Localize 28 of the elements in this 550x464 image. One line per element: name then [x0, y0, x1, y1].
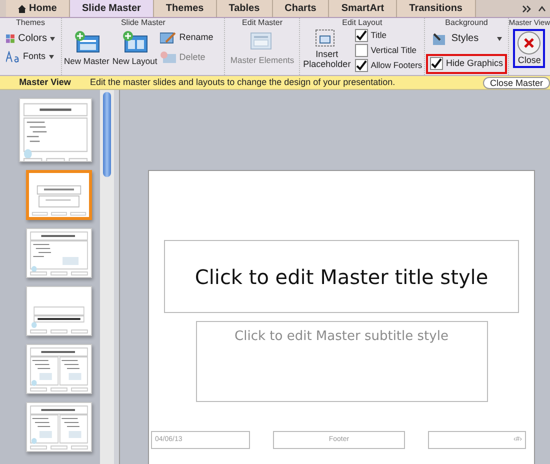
group-title: Edit Master — [241, 18, 284, 28]
new-layout-button[interactable]: New Layout — [112, 30, 158, 67]
title-placeholder[interactable]: Click to edit Master title style — [164, 240, 519, 313]
message-title: Master View — [18, 76, 72, 89]
close-master-view-button[interactable]: Close — [513, 29, 546, 68]
group-title: Edit Layout — [341, 18, 384, 28]
ribbon-tab[interactable]: Themes — [154, 0, 217, 17]
message-text: Edit the master slides and layouts to change the design of your presentation. — [90, 76, 396, 89]
ribbon-tab[interactable]: Tables — [216, 0, 273, 17]
fonts-button[interactable]: Fonts — [0, 50, 61, 64]
close-master-button[interactable]: Close Master — [482, 76, 550, 88]
colors-button[interactable]: Colors — [0, 31, 61, 46]
group-title: Background — [445, 18, 488, 28]
ribbon-tab[interactable]: Home — [6, 0, 70, 17]
new-master-button[interactable]: New Master — [64, 30, 110, 67]
checkbox-label: Vertical Title — [370, 44, 417, 57]
checkbox-label: Title — [370, 29, 386, 42]
styles-button[interactable]: Styles — [431, 31, 502, 46]
ribbon-tab[interactable]: Transitions — [397, 0, 476, 17]
hide-graphics-option[interactable]: Hide Graphics — [426, 54, 508, 74]
insert-placeholder-button[interactable]: Insert Placeholder — [303, 29, 351, 72]
group-title: Themes — [15, 18, 46, 28]
group-title: Slide Master — [120, 18, 166, 28]
ribbon-tab[interactable]: SmartArt — [329, 0, 398, 17]
ribbon-tab[interactable]: Slide Master — [70, 0, 154, 17]
rename-button[interactable]: Rename — [160, 31, 214, 44]
checkbox-label: Allow Footers — [370, 59, 422, 72]
ribbon-tab[interactable]: Charts — [272, 0, 330, 17]
